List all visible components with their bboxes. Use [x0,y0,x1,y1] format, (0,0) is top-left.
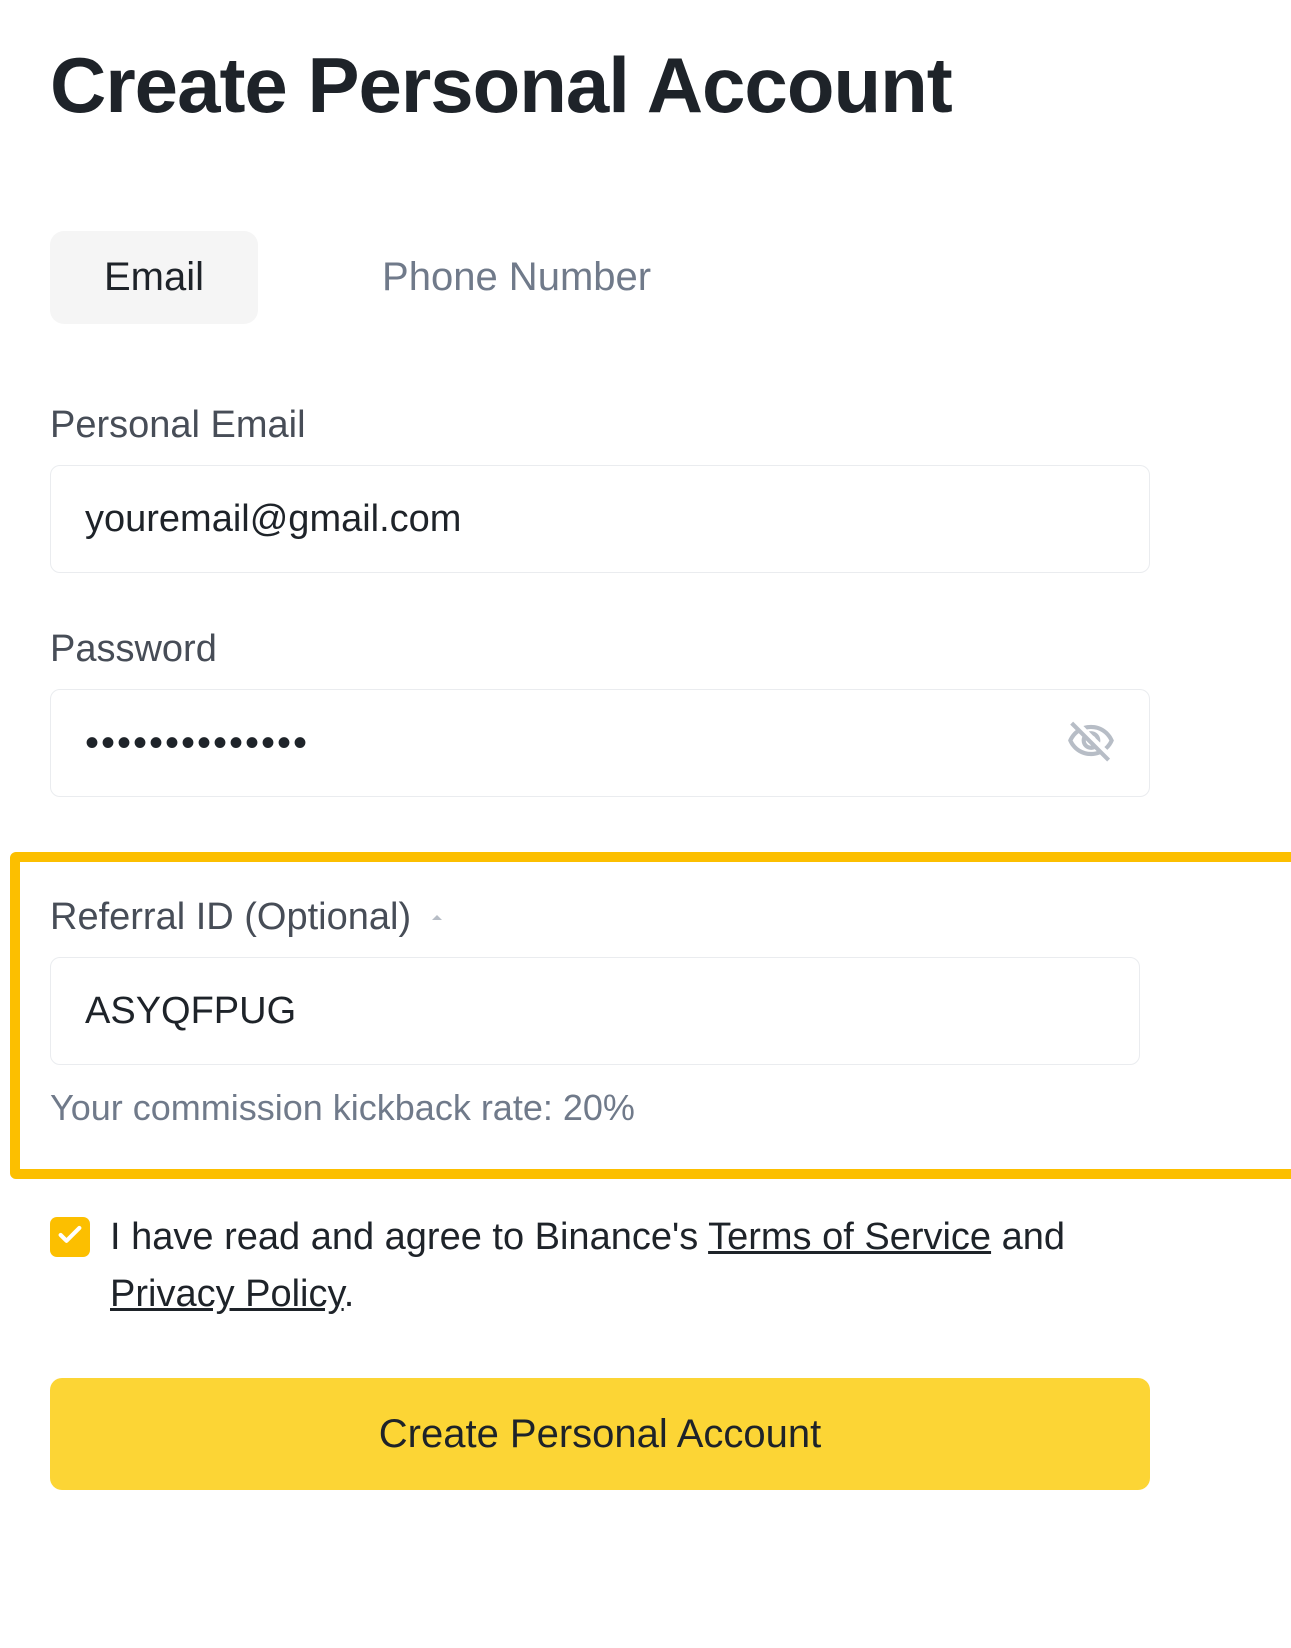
tab-email[interactable]: Email [50,231,258,324]
signup-tabs: Email Phone Number [50,231,1150,324]
email-input[interactable] [50,465,1150,573]
agree-middle: and [991,1216,1065,1258]
agree-text: I have read and agree to Binance's Terms… [110,1209,1150,1323]
agree-row: I have read and agree to Binance's Terms… [50,1209,1150,1323]
password-field-group: Password [50,628,1150,797]
create-account-button[interactable]: Create Personal Account [50,1378,1150,1490]
email-label: Personal Email [50,404,306,447]
email-field-group: Personal Email [50,404,1150,573]
page-title: Create Personal Account [50,40,1241,131]
referral-highlight: Referral ID (Optional) Your commission k… [10,852,1291,1179]
password-label: Password [50,628,217,671]
referral-input[interactable] [50,957,1140,1065]
password-input[interactable] [50,689,1150,797]
agree-prefix: I have read and agree to Binance's [110,1216,708,1258]
tab-phone[interactable]: Phone Number [328,231,705,324]
eye-off-icon [1066,755,1116,770]
agree-checkbox[interactable] [50,1217,90,1257]
referral-helper: Your commission kickback rate: 20% [50,1087,1140,1129]
terms-link[interactable]: Terms of Service [708,1216,991,1258]
referral-label-row[interactable]: Referral ID (Optional) [50,896,449,939]
check-icon [56,1221,84,1254]
caret-up-icon [425,906,449,930]
toggle-password-visibility[interactable] [1058,709,1124,778]
referral-label: Referral ID (Optional) [50,896,411,939]
agree-suffix: . [344,1273,355,1315]
privacy-link[interactable]: Privacy Policy [110,1273,344,1315]
